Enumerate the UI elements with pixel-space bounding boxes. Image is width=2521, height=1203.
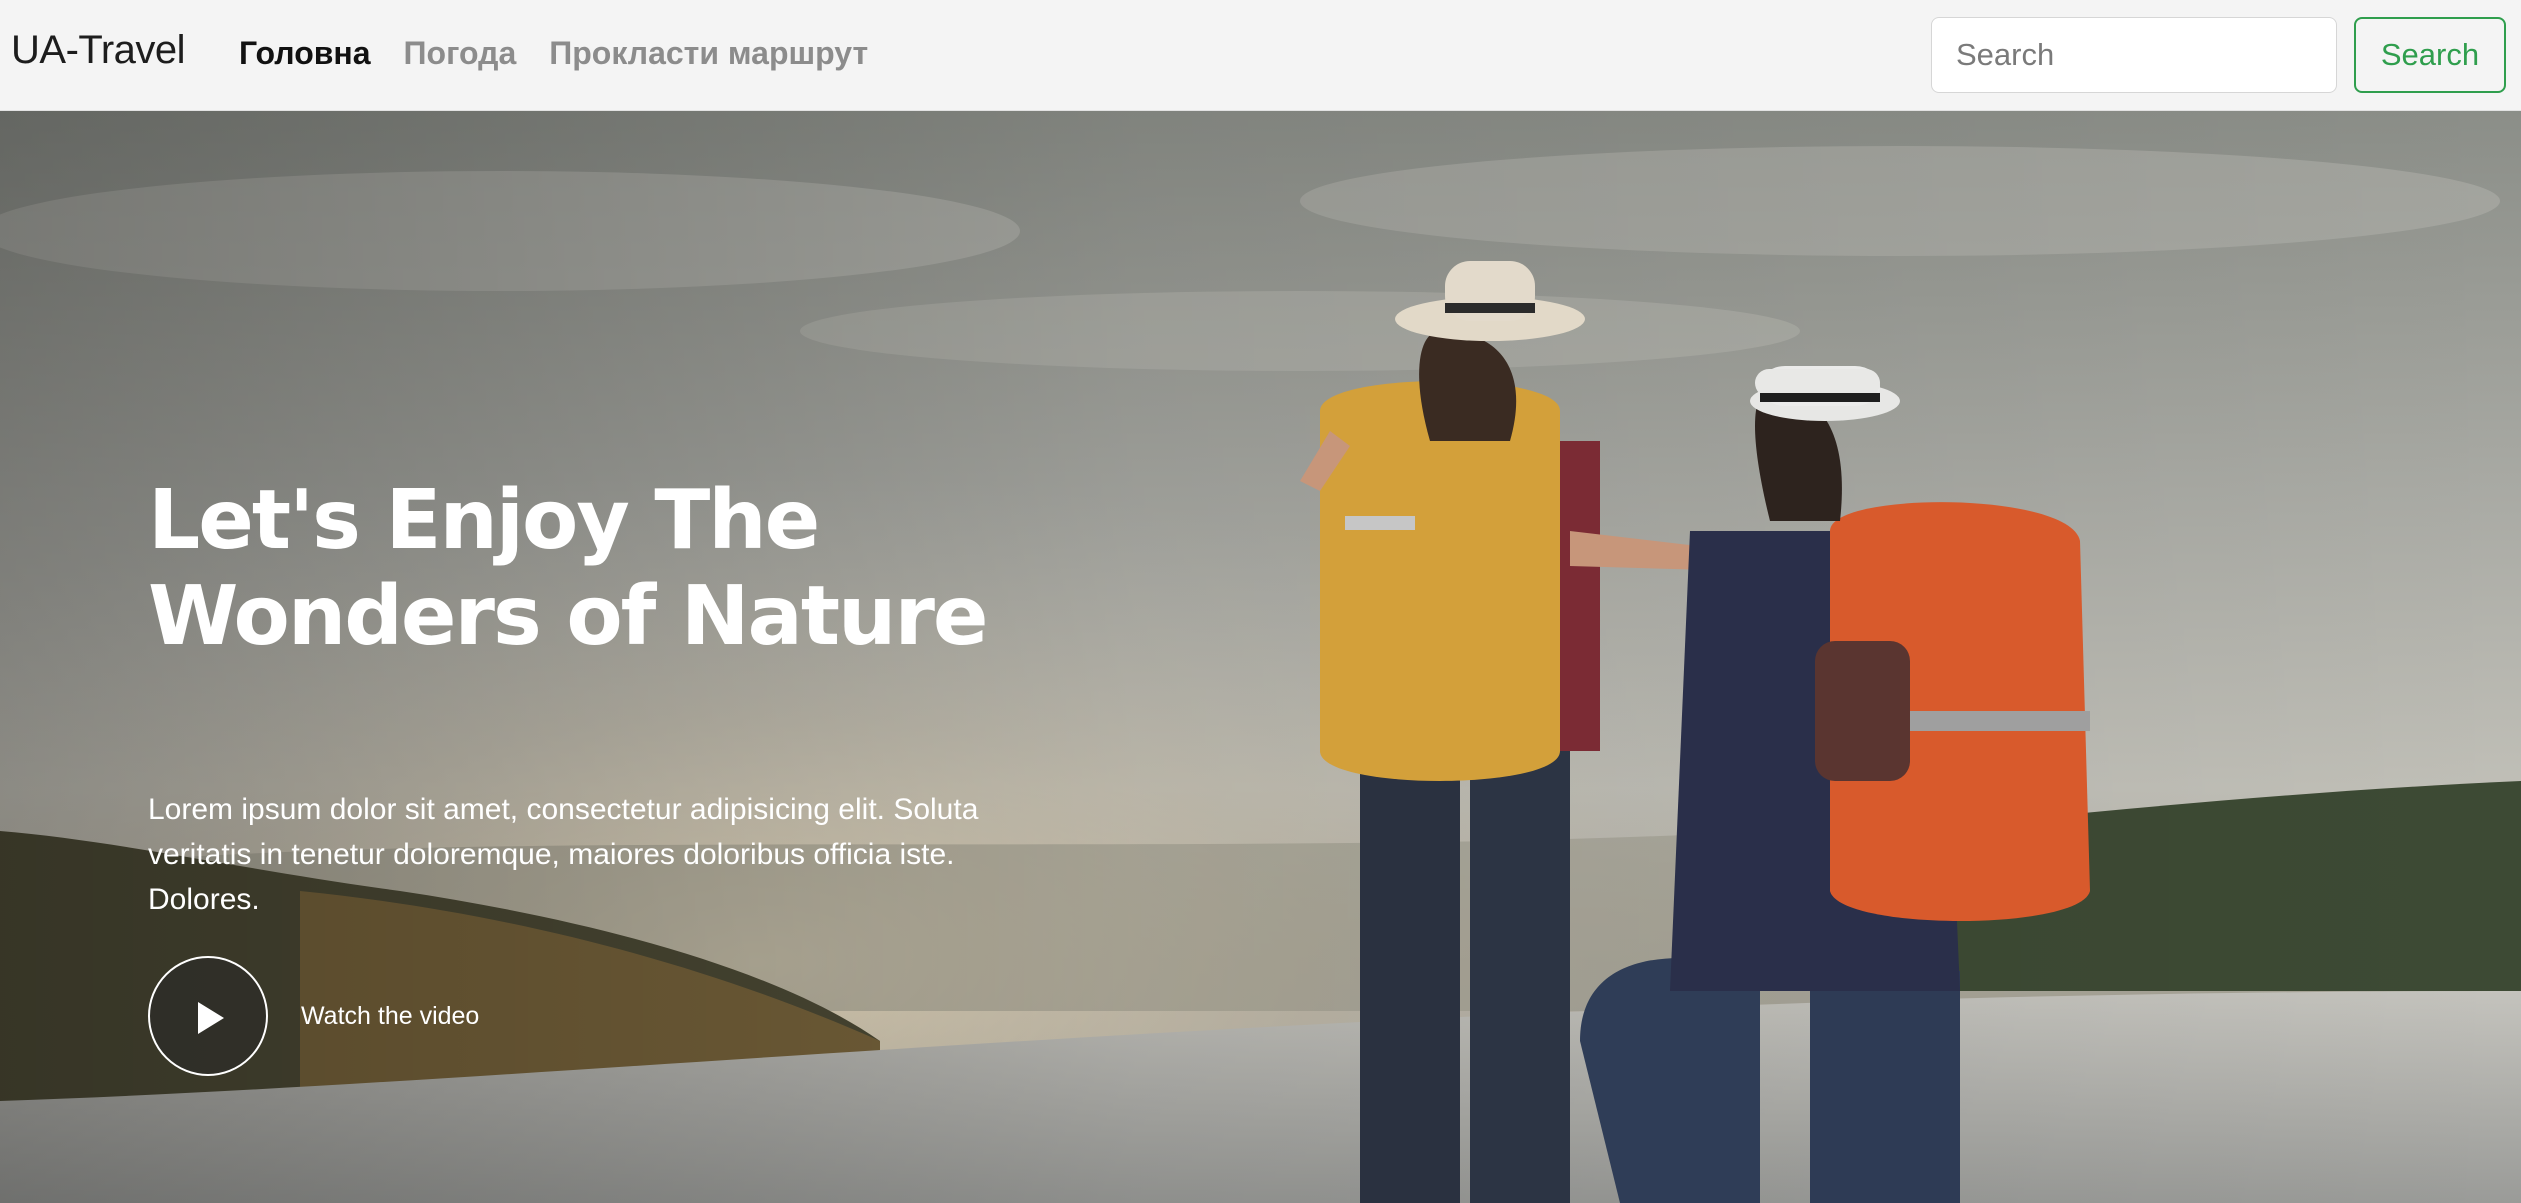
hero-title: Let's Enjoy The Wonders of Nature [148, 473, 989, 664]
search-button[interactable]: Search [2354, 17, 2506, 93]
play-video-button[interactable] [148, 956, 268, 1076]
nav-links: Головна Погода Прокласти маршрут [239, 35, 901, 72]
brand-logo[interactable]: UA-Travel [11, 28, 186, 73]
navbar: UA-Travel Головна Погода Прокласти маршр… [0, 0, 2521, 111]
play-icon [198, 1002, 224, 1034]
search-input[interactable] [1931, 17, 2337, 93]
nav-link-home[interactable]: Головна [239, 35, 371, 72]
nav-link-weather[interactable]: Погода [404, 35, 517, 72]
watch-video-link[interactable]: Watch the video [301, 1002, 479, 1031]
hero-description: Lorem ipsum dolor sit amet, consectetur … [148, 793, 979, 916]
nav-link-route[interactable]: Прокласти маршрут [549, 35, 868, 72]
hero-section: Let's Enjoy The Wonders of Nature Lorem … [0, 111, 2521, 1203]
